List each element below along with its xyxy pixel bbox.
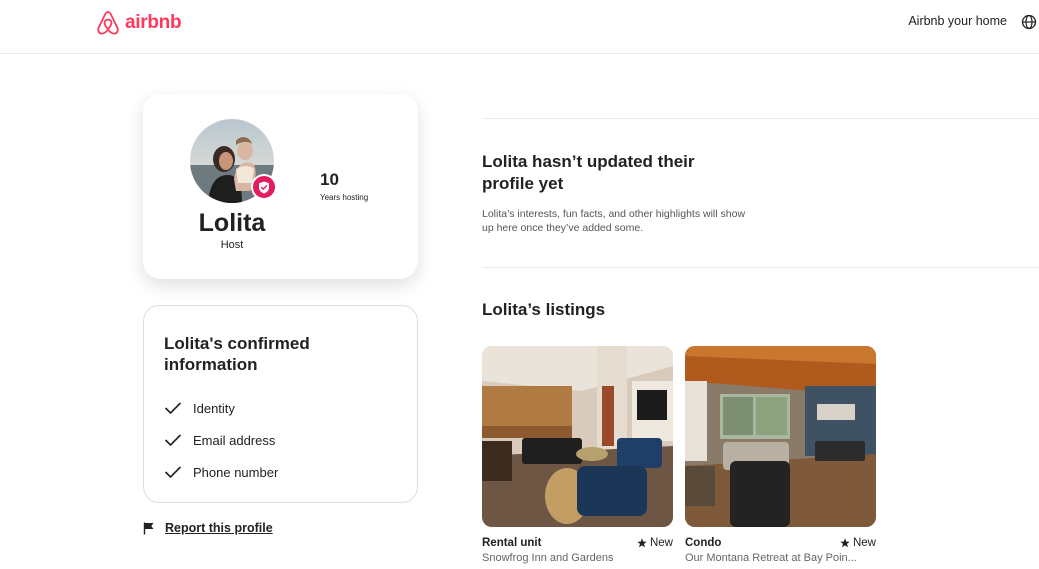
host-role: Host — [220, 239, 244, 251]
listing-meta: Condo New — [685, 537, 876, 549]
profile-not-updated-text: Lolita’s interests, fun facts, and other… — [482, 208, 746, 234]
globe-icon[interactable] — [1021, 14, 1037, 30]
listings-title: Lolita’s listings — [482, 300, 606, 319]
star-icon — [840, 538, 850, 548]
confirmed-item-phone: Phone number — [164, 456, 278, 488]
confirmed-item-label: Email address — [193, 432, 276, 448]
confirmed-information-title: Lolita's confirmed information — [164, 334, 310, 374]
listing-photo[interactable] — [482, 346, 673, 527]
listing-card[interactable]: Condo New Our Montana Retreat at Bay Poi… — [685, 346, 876, 564]
years-hosting-label: Years hosting — [320, 193, 369, 202]
profile-not-updated-title: Lolita hasn’t updated their profile yet — [482, 152, 695, 193]
listing-rating-text: New — [852, 537, 876, 549]
divider — [482, 267, 1039, 268]
listing-rating: New — [840, 537, 876, 549]
logo-text: airbnb — [125, 12, 182, 33]
listing-type: Condo — [685, 537, 722, 549]
confirmed-information-card: Lolita's confirmed information Identity … — [143, 305, 418, 503]
listing-name: Our Montana Retreat at Bay Poin... — [685, 552, 857, 564]
listing-rating-text: New — [649, 537, 673, 549]
years-hosting-value: 10 — [320, 170, 339, 189]
host-name: Lolita — [198, 209, 266, 237]
star-icon — [637, 538, 647, 548]
report-profile[interactable]: Report this profile — [143, 521, 273, 535]
confirmed-item-label: Phone number — [193, 464, 279, 480]
confirmed-information-list: Identity Email address Phone number — [164, 392, 278, 488]
divider — [482, 118, 1039, 119]
check-icon — [164, 434, 182, 447]
check-icon — [164, 466, 182, 479]
listing-rating: New — [637, 537, 673, 549]
listing-name: Snowfrog Inn and Gardens — [482, 552, 614, 564]
airbnb-logo[interactable]: airbnb — [95, 9, 182, 37]
confirmed-item-identity: Identity — [164, 392, 278, 424]
verified-badge-icon — [251, 174, 277, 200]
report-profile-link[interactable]: Report this profile — [165, 521, 273, 535]
airbnb-logo-icon — [97, 11, 119, 35]
host-profile-card: Lolita Host 10 Years hosting — [143, 94, 418, 279]
flag-icon — [143, 522, 154, 534]
confirmed-item-email: Email address — [164, 424, 278, 456]
check-icon — [164, 402, 182, 415]
top-header: airbnb Airbnb your home — [0, 0, 1039, 54]
airbnb-your-home-link[interactable]: Airbnb your home — [908, 14, 1007, 28]
listing-photo[interactable] — [685, 346, 876, 527]
listing-meta: Rental unit New — [482, 537, 673, 549]
listing-type: Rental unit — [482, 537, 542, 549]
listing-card[interactable]: Rental unit New Snowfrog Inn and Gardens — [482, 346, 673, 564]
confirmed-item-label: Identity — [193, 400, 235, 416]
